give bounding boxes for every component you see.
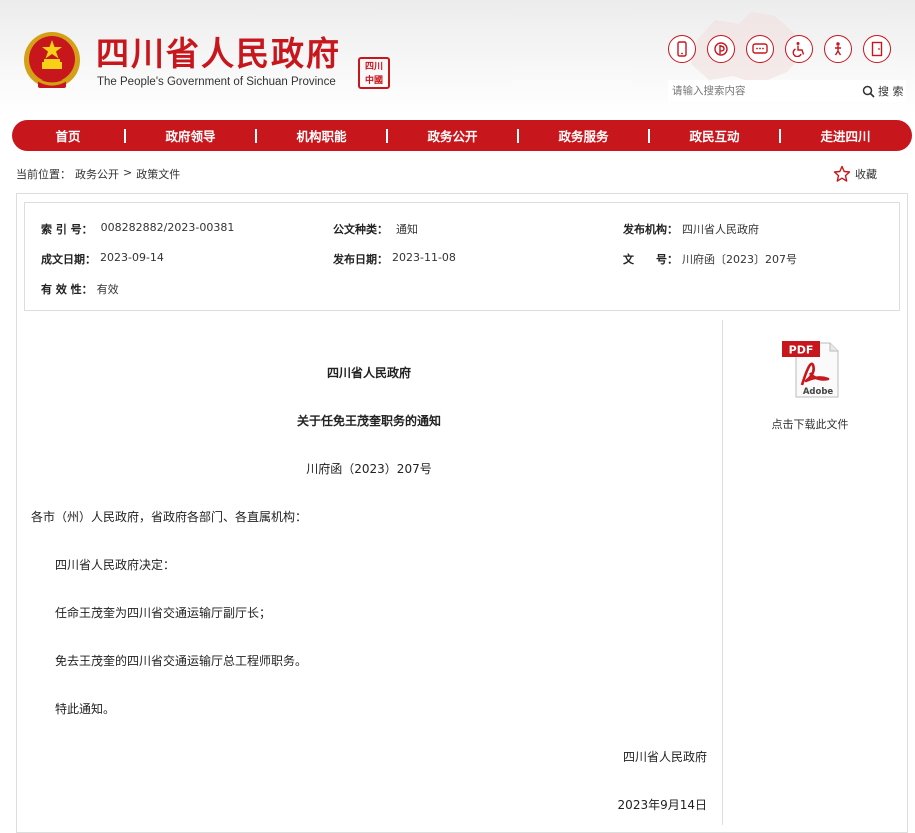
search-box: 搜 索 bbox=[668, 80, 906, 102]
breadcrumb-link-policy-docs[interactable]: 政策文件 bbox=[136, 166, 180, 182]
search-button[interactable]: 搜 索 bbox=[862, 83, 904, 99]
column-divider bbox=[722, 320, 723, 825]
meta-row: 成文日期： 2023-09-14 发布日期： 2023-11-08 文 号： 川… bbox=[25, 251, 899, 271]
meta-row: 索 引 号： 008282882/2023-00381 公文种类： 通知 发布机… bbox=[25, 221, 899, 241]
top-icon-bar bbox=[668, 35, 891, 65]
pdf-download-icon[interactable]: PDF Adobe bbox=[780, 337, 842, 401]
breadcrumb-separator: > bbox=[123, 166, 133, 179]
meta-value-index: 008282882/2023-00381 bbox=[100, 221, 235, 234]
national-emblem-icon bbox=[24, 32, 80, 88]
meta-value-created: 2023-09-14 bbox=[100, 251, 164, 264]
adobe-text: Adobe bbox=[803, 387, 834, 397]
nav-item-services[interactable]: 政务服务 bbox=[519, 126, 648, 145]
nav-item-interaction[interactable]: 政民互动 bbox=[650, 126, 779, 145]
meta-label-docno: 文 号： bbox=[623, 253, 678, 266]
meta-label-published: 发布日期： bbox=[333, 253, 388, 266]
nav-item-functions[interactable]: 机构职能 bbox=[257, 126, 386, 145]
search-icon bbox=[862, 85, 875, 98]
meta-label-issuer: 发布机构： bbox=[623, 223, 678, 236]
favorite-button[interactable]: 收藏 bbox=[833, 165, 877, 183]
document-number: 川府函（2023）207号 bbox=[306, 462, 432, 476]
document-recipients: 各市（州）人民政府，省政府各部门、各直属机构： bbox=[31, 510, 308, 524]
seal-stamp: 四川 中國 bbox=[358, 57, 390, 89]
nav-item-gov-affairs[interactable]: 政务公开 bbox=[388, 126, 517, 145]
accessibility-icon[interactable] bbox=[785, 35, 813, 63]
document-title: 关于任免王茂奎职务的通知 bbox=[296, 414, 441, 428]
elderly-care-icon[interactable] bbox=[824, 35, 852, 63]
document-org: 四川省人民政府 bbox=[326, 366, 411, 380]
download-file-link[interactable]: 点击下载此文件 bbox=[760, 416, 860, 432]
site-title: 四川省人民政府 bbox=[96, 34, 341, 73]
breadcrumb: 当前位置： 政务公开 > 政策文件 bbox=[16, 166, 180, 182]
meta-label-category: 公文种类： bbox=[333, 223, 388, 236]
breadcrumb-link-gov-affairs[interactable]: 政务公开 bbox=[75, 166, 119, 182]
star-icon bbox=[833, 165, 851, 182]
favorite-label: 收藏 bbox=[855, 168, 877, 181]
meta-value-validity: 有效 bbox=[96, 283, 119, 296]
pdf-badge-text: PDF bbox=[789, 344, 814, 357]
nav-item-leaders[interactable]: 政府领导 bbox=[126, 126, 255, 145]
breadcrumb-prefix: 当前位置： bbox=[16, 168, 71, 181]
site-header: 四川省人民政府 The People's Government of Sichu… bbox=[0, 0, 915, 115]
site-subtitle: The People's Government of Sichuan Provi… bbox=[97, 76, 336, 88]
main-nav: 首页 政府领导 机构职能 政务公开 政务服务 政民互动 走进四川 bbox=[12, 120, 912, 151]
meta-value-docno: 川府函〔2023〕207号 bbox=[682, 253, 797, 266]
meta-value-published: 2023-11-08 bbox=[392, 251, 456, 264]
nav-item-home[interactable]: 首页 bbox=[12, 126, 124, 145]
exit-icon[interactable] bbox=[863, 35, 891, 63]
document-paragraph: 特此通知。 bbox=[55, 702, 116, 716]
document-date: 2023年9月14日 bbox=[617, 798, 707, 812]
meta-label-index: 索 引 号： bbox=[41, 223, 93, 236]
weibo-icon[interactable] bbox=[707, 35, 735, 63]
search-input[interactable] bbox=[668, 80, 854, 102]
document-paragraph: 免去王茂奎的四川省交通运输厅总工程师职务。 bbox=[55, 654, 308, 668]
nav-item-about-sichuan[interactable]: 走进四川 bbox=[781, 126, 910, 145]
search-button-label: 搜 索 bbox=[878, 85, 904, 98]
meta-value-category: 通知 bbox=[396, 223, 418, 236]
meta-value-issuer: 四川省人民政府 bbox=[682, 223, 759, 236]
meta-label-created: 成文日期： bbox=[41, 253, 96, 266]
document-paragraph: 任命王茂奎为四川省交通运输厅副厅长； bbox=[55, 606, 272, 620]
wechat-icon[interactable] bbox=[746, 35, 774, 63]
meta-row: 有 效 性： 有效 bbox=[25, 281, 899, 301]
document-paragraph: 四川省人民政府决定： bbox=[55, 558, 176, 572]
document-meta-table: 索 引 号： 008282882/2023-00381 公文种类： 通知 发布机… bbox=[24, 202, 900, 311]
document-signature: 四川省人民政府 bbox=[622, 750, 707, 764]
meta-label-validity: 有 效 性： bbox=[41, 283, 93, 296]
mobile-icon[interactable] bbox=[668, 35, 696, 63]
